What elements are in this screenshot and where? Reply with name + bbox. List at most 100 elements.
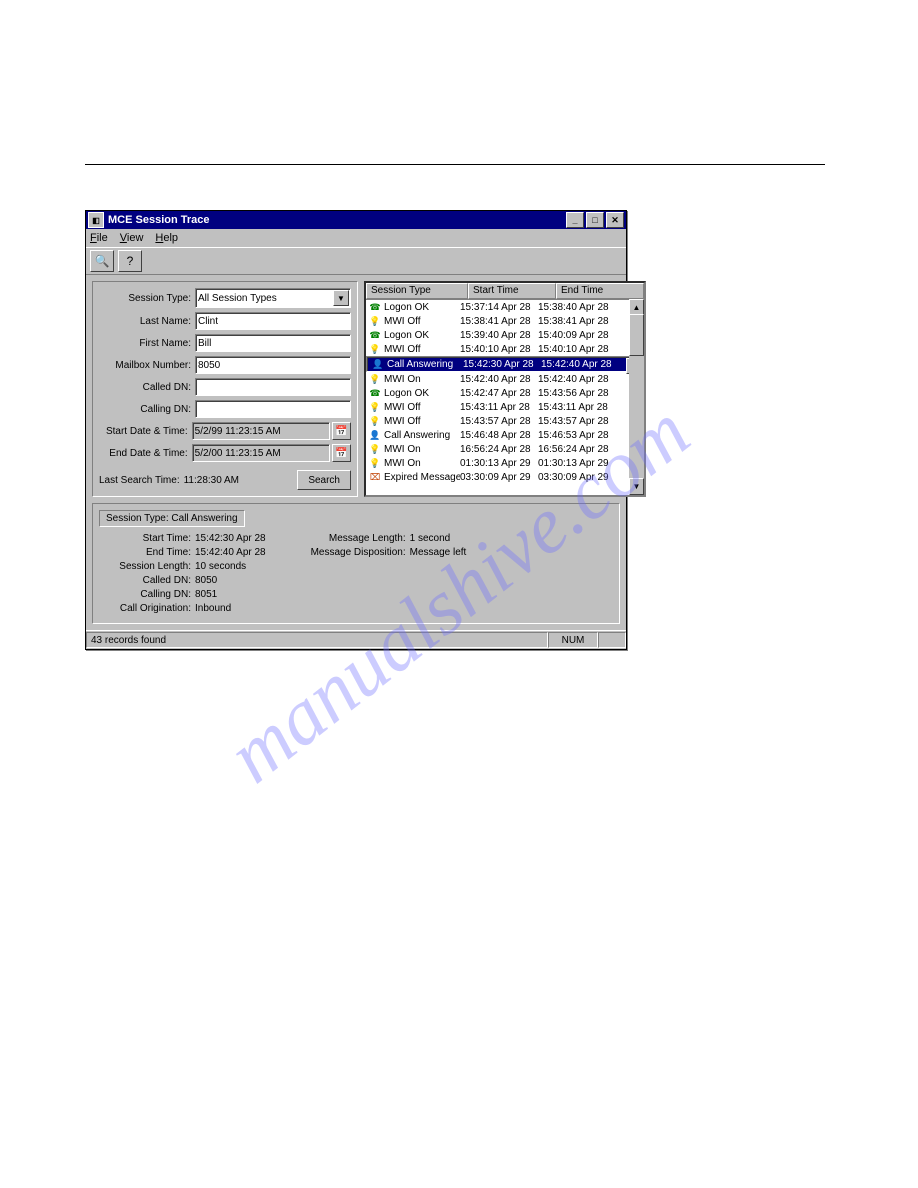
called-dn-label: Called DN: [99, 382, 195, 393]
menu-help[interactable]: Help [155, 232, 178, 244]
last-name-input[interactable] [195, 312, 351, 330]
row-type: MWI Off [384, 416, 460, 427]
session-list: Session Type Start Time End Time ☎Logon … [364, 281, 646, 497]
row-start: 15:46:48 Apr 28 [460, 430, 538, 441]
row-start: 03:30:09 Apr 29 [460, 472, 538, 483]
detail-panel: Session Type: Call Answering Start Time:… [92, 503, 620, 624]
scroll-thumb[interactable] [629, 314, 644, 356]
row-end: 15:43:56 Apr 28 [538, 388, 616, 399]
app-window: ◧ MCE Session Trace _ □ ✕ File View Help… [85, 210, 627, 650]
list-header: Session Type Start Time End Time [366, 283, 644, 300]
list-row[interactable]: ☎Logon OK15:42:47 Apr 2815:43:56 Apr 28 [366, 386, 644, 400]
help-tool-icon[interactable]: ? [118, 250, 142, 272]
status-num: NUM [548, 632, 598, 648]
start-date-label: Start Date & Time: [99, 426, 192, 437]
row-end: 15:43:11 Apr 28 [538, 402, 616, 413]
header-end-time[interactable]: End Time [556, 283, 644, 299]
row-start: 01:30:13 Apr 29 [460, 458, 538, 469]
list-row[interactable]: 👤Call Answering15:46:48 Apr 2815:46:53 A… [366, 428, 644, 442]
row-start: 15:42:47 Apr 28 [460, 388, 538, 399]
row-end: 03:30:09 Apr 29 [538, 472, 616, 483]
row-type: Logon OK [384, 388, 460, 399]
titlebar: ◧ MCE Session Trace _ □ ✕ [86, 211, 626, 229]
search-panel: Session Type: All Session Types Last Nam… [92, 281, 358, 497]
bulb-off-icon: 💡 [368, 415, 382, 427]
menu-view[interactable]: View [120, 232, 144, 244]
list-row[interactable]: ☎Logon OK15:39:40 Apr 2815:40:09 Apr 28 [366, 328, 644, 342]
first-name-input[interactable] [195, 334, 351, 352]
d-end-time-value: 15:42:40 Apr 28 [195, 547, 266, 558]
list-row[interactable]: 💡MWI Off15:43:11 Apr 2815:43:11 Apr 28 [366, 400, 644, 414]
list-row[interactable]: 💡MWI On01:30:13 Apr 2901:30:13 Apr 29 [366, 456, 644, 470]
last-search-value: 11:28:30 AM [184, 475, 239, 486]
call-icon: 👤 [368, 429, 382, 441]
d-end-time-label: End Time: [99, 547, 195, 558]
mailbox-input[interactable] [195, 356, 351, 374]
d-calling-dn-value: 8051 [195, 589, 217, 600]
list-scrollbar[interactable]: ▲ ▼ [629, 299, 644, 495]
row-type: Call Answering [387, 359, 463, 370]
row-type: MWI On [384, 374, 460, 385]
scroll-down-icon[interactable]: ▼ [629, 478, 644, 495]
bulb-on-icon: 💡 [368, 457, 382, 469]
row-end: 16:56:24 Apr 28 [538, 444, 616, 455]
list-row[interactable]: 💡MWI Off15:38:41 Apr 2815:38:41 Apr 28 [366, 314, 644, 328]
list-row[interactable]: ⌧Expired Messages03:30:09 Apr 2903:30:09… [366, 470, 644, 484]
menu-file[interactable]: File [90, 232, 108, 244]
session-type-select[interactable]: All Session Types [195, 288, 351, 308]
first-name-label: First Name: [99, 338, 195, 349]
end-date-calendar-icon[interactable]: 📅 [332, 444, 351, 462]
statusbar: 43 records found NUM [86, 630, 626, 649]
row-end: 15:42:40 Apr 28 [538, 374, 616, 385]
list-row[interactable]: 👤Call Answering15:42:30 Apr 2815:42:40 A… [366, 356, 644, 372]
detail-header: Session Type: Call Answering [99, 510, 245, 527]
row-type: Call Answering [384, 430, 460, 441]
maximize-button[interactable]: □ [586, 212, 604, 228]
row-start: 15:42:40 Apr 28 [460, 374, 538, 385]
header-start-time[interactable]: Start Time [468, 283, 556, 299]
list-row[interactable]: ☎Logon OK15:37:14 Apr 2815:38:40 Apr 28 [366, 300, 644, 314]
row-start: 16:56:24 Apr 28 [460, 444, 538, 455]
start-date-calendar-icon[interactable]: 📅 [332, 422, 351, 440]
close-button[interactable]: ✕ [606, 212, 624, 228]
call-icon: 👤 [371, 358, 385, 370]
d-origination-label: Call Origination: [99, 603, 195, 614]
toolbar: 🔍 ? [86, 247, 626, 275]
row-end: 15:42:40 Apr 28 [541, 359, 619, 370]
bulb-off-icon: 💡 [368, 343, 382, 355]
row-type: Logon OK [384, 302, 460, 313]
last-name-label: Last Name: [99, 316, 195, 327]
search-button[interactable]: Search [297, 470, 351, 490]
d-session-length-value: 10 seconds [195, 561, 246, 572]
row-start: 15:38:41 Apr 28 [460, 316, 538, 327]
row-start: 15:43:57 Apr 28 [460, 416, 538, 427]
search-tool-icon[interactable]: 🔍 [90, 250, 114, 272]
minimize-button[interactable]: _ [566, 212, 584, 228]
called-dn-input[interactable] [195, 378, 351, 396]
row-type: Logon OK [384, 330, 460, 341]
row-type: MWI Off [384, 316, 460, 327]
start-date-input[interactable] [192, 422, 330, 440]
bulb-off-icon: 💡 [368, 401, 382, 413]
d-session-length-label: Session Length: [99, 561, 195, 572]
calling-dn-input[interactable] [195, 400, 351, 418]
bulb-off-icon: 💡 [368, 315, 382, 327]
app-icon: ◧ [88, 212, 104, 228]
end-date-input[interactable] [192, 444, 330, 462]
d-msg-disp-value: Message left [410, 547, 467, 558]
d-calling-dn-label: Calling DN: [99, 589, 195, 600]
row-end: 15:38:40 Apr 28 [538, 302, 616, 313]
row-type: MWI On [384, 458, 460, 469]
bulb-on-icon: 💡 [368, 373, 382, 385]
row-type: MWI On [384, 444, 460, 455]
row-end: 15:43:57 Apr 28 [538, 416, 616, 427]
list-row[interactable]: 💡MWI Off15:40:10 Apr 2815:40:10 Apr 28 [366, 342, 644, 356]
list-row[interactable]: 💡MWI Off15:43:57 Apr 2815:43:57 Apr 28 [366, 414, 644, 428]
row-type: MWI Off [384, 344, 460, 355]
list-row[interactable]: 💡MWI On16:56:24 Apr 2816:56:24 Apr 28 [366, 442, 644, 456]
list-row[interactable]: 💡MWI On15:42:40 Apr 2815:42:40 Apr 28 [366, 372, 644, 386]
row-start: 15:39:40 Apr 28 [460, 330, 538, 341]
header-session-type[interactable]: Session Type [366, 283, 468, 299]
row-start: 15:40:10 Apr 28 [460, 344, 538, 355]
d-called-dn-value: 8050 [195, 575, 217, 586]
